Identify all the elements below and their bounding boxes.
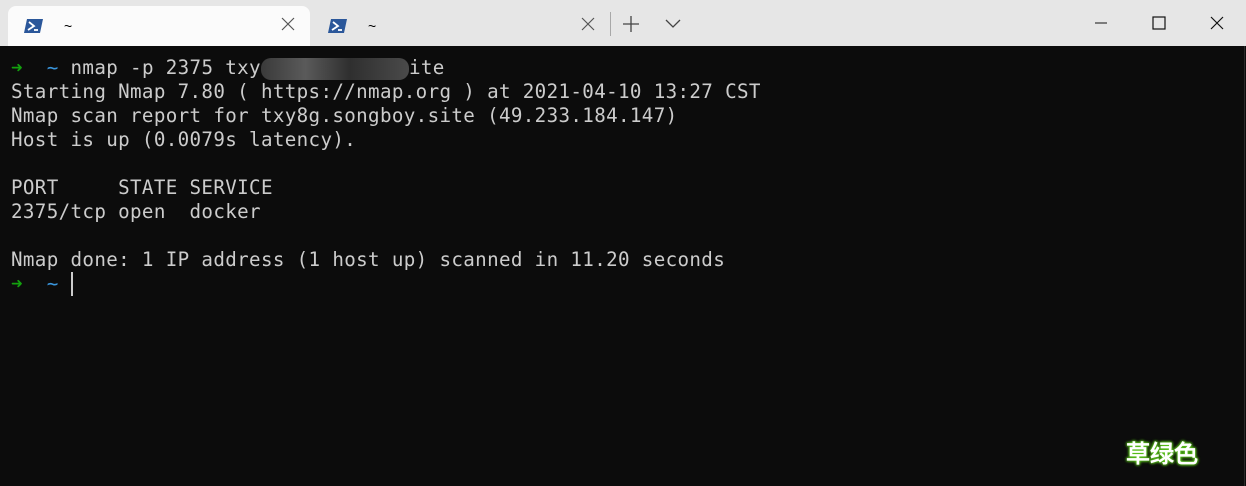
output-line: Host is up (0.0079s latency). <box>11 128 357 151</box>
text-cursor <box>70 272 73 296</box>
close-tab-icon[interactable] <box>580 16 596 32</box>
tab-active[interactable]: ~ <box>8 6 310 46</box>
output-line: 2375/tcp open docker <box>11 200 261 223</box>
close-window-button[interactable] <box>1188 0 1246 46</box>
redacted-hostname <box>260 57 409 80</box>
tab-title: ~ <box>368 18 377 34</box>
close-tab-icon[interactable] <box>280 16 296 32</box>
powershell-icon <box>328 19 347 33</box>
plus-icon <box>623 16 639 32</box>
chevron-down-icon <box>665 19 681 28</box>
maximize-icon <box>1152 16 1166 30</box>
output-line: Nmap done: 1 IP address (1 host up) scan… <box>11 248 726 271</box>
maximize-button[interactable] <box>1130 0 1188 46</box>
output-line: PORT STATE SERVICE <box>11 176 273 199</box>
new-tab-button[interactable] <box>618 12 644 36</box>
minimize-button[interactable] <box>1072 0 1130 46</box>
command-line: ➜ ~ nmap -p 2375 txy ite <box>0 56 1244 80</box>
command-text-start: nmap -p 2375 txy <box>70 56 261 79</box>
tab-separator <box>610 12 611 36</box>
output-line: Nmap scan report for txy8g.songboy.site … <box>11 104 678 127</box>
minimize-icon <box>1095 22 1107 24</box>
watermark: 草绿色 <box>1126 440 1198 468</box>
prompt-directory: ~ <box>46 272 59 295</box>
output-line: Starting Nmap 7.80 ( https://nmap.org ) … <box>11 80 761 103</box>
prompt-arrow: ➜ <box>11 56 23 79</box>
prompt-directory: ~ <box>46 56 59 79</box>
tab-inactive[interactable]: ~ <box>312 6 610 46</box>
tab-title: ~ <box>64 18 73 34</box>
command-text-end: ite <box>408 56 445 79</box>
terminal-output[interactable]: ➜ ~ nmap -p 2375 txy ite Starting Nmap 7.… <box>0 46 1245 486</box>
close-icon <box>1210 16 1224 30</box>
title-bar: ~ ~ <box>0 0 1246 46</box>
prompt-arrow: ➜ <box>11 272 23 295</box>
powershell-icon <box>24 19 43 33</box>
profiles-dropdown-button[interactable] <box>660 12 686 36</box>
prompt-line: ➜ ~ <box>0 272 1244 296</box>
